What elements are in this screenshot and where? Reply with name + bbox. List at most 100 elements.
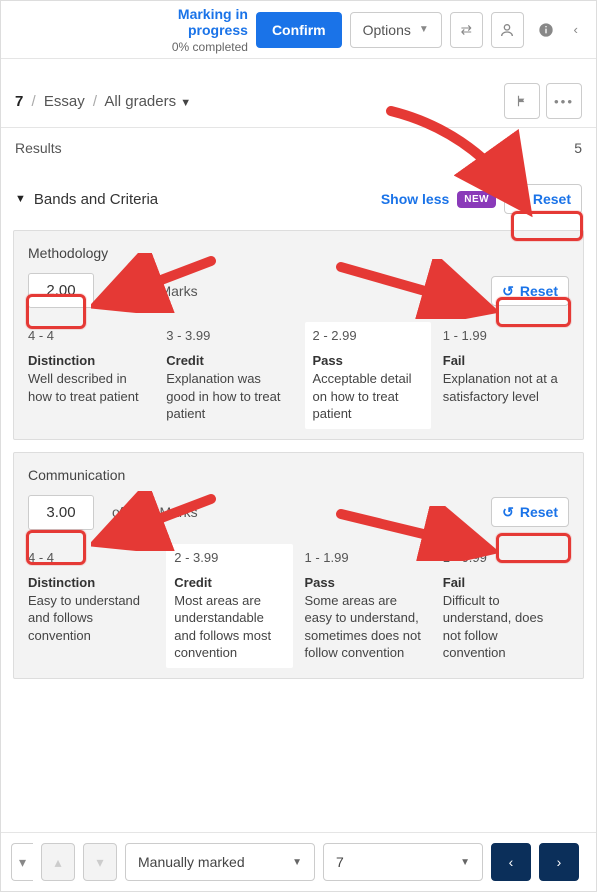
band-desc: Well described in how to treat patient <box>28 370 148 405</box>
band-desc: Explanation not at a satisfactory level <box>443 370 563 405</box>
band-desc: Explanation was good in how to treat pat… <box>166 370 286 423</box>
bands-header: ▼ Bands and Criteria Show less NEW ↺ Res… <box>1 168 596 224</box>
band-desc: Easy to understand and follows conventio… <box>28 592 148 645</box>
reset-all-button[interactable]: ↺ Reset <box>504 184 582 214</box>
reset-label: Reset <box>520 504 558 520</box>
band-range: 4 - 4 <box>28 550 148 565</box>
results-label: Results <box>15 140 62 156</box>
breadcrumb-graders: All graders <box>104 93 176 110</box>
chevron-right-icon: › <box>557 854 562 870</box>
top-toolbar: Marking in progress 0% completed Confirm… <box>1 1 596 59</box>
swap-button[interactable]: ⇄ <box>450 12 483 48</box>
criteria-input-row: of 0 - 4 Marks ↺ Reset <box>28 495 569 530</box>
mark-range-label: of 0 - 4 Marks <box>112 504 473 520</box>
criteria-card: Methodology of 0 - 4 Marks ↺ Reset 4 - 4 Dist… <box>13 230 584 440</box>
band-name: Pass <box>313 353 423 368</box>
criteria-title: Methodology <box>28 245 569 261</box>
chevron-left-icon: ‹ <box>509 854 514 870</box>
bottom-bar: ▾ ▴ ▾ Manually marked ▼ 7 ▼ ‹ › <box>1 832 596 891</box>
collapse-button[interactable]: ‹ <box>568 12 584 48</box>
swap-icon: ⇄ <box>461 22 472 38</box>
more-icon: ••• <box>554 94 574 109</box>
reset-criteria-button[interactable]: ↺ Reset <box>491 276 569 306</box>
band-range: 3 - 3.99 <box>166 328 286 343</box>
band-name: Fail <box>443 575 563 590</box>
mark-input[interactable] <box>28 495 94 530</box>
filter-select[interactable]: Manually marked ▼ <box>125 843 315 881</box>
options-dropdown[interactable]: Options ▼ <box>350 12 442 48</box>
status-title: Marking in progress <box>133 6 248 38</box>
band-name: Distinction <box>28 353 148 368</box>
criteria-card: Communication of 0 - 4 Marks ↺ Reset 4 - 4 Di… <box>13 452 584 679</box>
new-badge: NEW <box>457 191 496 208</box>
chevron-down-icon: ▼ <box>419 24 429 35</box>
flag-button[interactable] <box>504 83 540 119</box>
band-cell[interactable]: 1 - 0.99 Fail Difficult to understand, doe… <box>443 544 569 668</box>
band-cell[interactable]: 3 - 3.99 Credit Explanation was good in ho… <box>166 322 292 429</box>
up-button[interactable]: ▴ <box>41 843 75 881</box>
chevron-down-icon: ▼ <box>460 857 470 868</box>
criteria-input-row: of 0 - 4 Marks ↺ Reset <box>28 273 569 308</box>
band-name: Credit <box>166 353 286 368</box>
band-range: 1 - 1.99 <box>305 550 425 565</box>
band-name: Distinction <box>28 575 148 590</box>
band-desc: Acceptable detail on how to treat patien… <box>313 370 423 423</box>
breadcrumb-item-num: 7 <box>15 93 23 110</box>
mark-range-label: of 0 - 4 Marks <box>112 283 473 299</box>
info-icon <box>538 22 554 38</box>
prev-divider-button[interactable]: ▾ <box>11 843 33 881</box>
bands-grid: 4 - 4 Distinction Well described in how to… <box>28 322 569 429</box>
band-desc: Most areas are understandable and follow… <box>174 592 284 662</box>
user-button[interactable] <box>491 12 524 48</box>
band-range: 1 - 1.99 <box>443 328 563 343</box>
band-cell[interactable]: 4 - 4 Distinction Easy to understand and f… <box>28 544 154 668</box>
band-name: Fail <box>443 353 563 368</box>
criteria-title: Communication <box>28 467 569 483</box>
undo-icon: ↺ <box>502 505 514 519</box>
chevron-down-icon: ▼ <box>180 97 191 109</box>
flag-icon <box>515 94 529 108</box>
breadcrumb-type: Essay <box>44 93 85 110</box>
info-button[interactable] <box>532 12 560 48</box>
band-range: 2 - 3.99 <box>174 550 284 565</box>
undo-icon: ↺ <box>502 284 514 298</box>
mark-input[interactable] <box>28 273 94 308</box>
confirm-button[interactable]: Confirm <box>256 12 342 48</box>
band-desc: Some areas are easy to understand, somet… <box>305 592 425 662</box>
band-cell[interactable]: 4 - 4 Distinction Well described in how to… <box>28 322 154 429</box>
band-cell[interactable]: 1 - 1.99 Fail Explanation not at a satisfa… <box>443 322 569 429</box>
breadcrumb[interactable]: 7 / Essay / All graders ▼ <box>15 93 191 110</box>
band-cell[interactable]: 2 - 2.99 Pass Acceptable detail on how to … <box>305 322 431 429</box>
breadcrumb-row: 7 / Essay / All graders ▼ ••• <box>1 59 596 127</box>
band-name: Pass <box>305 575 425 590</box>
more-button[interactable]: ••• <box>546 83 582 119</box>
next-button[interactable]: › <box>539 843 579 881</box>
status-block: Marking in progress 0% completed <box>13 6 248 54</box>
reset-criteria-button[interactable]: ↺ Reset <box>491 497 569 527</box>
band-name: Credit <box>174 575 284 590</box>
page-num: 7 <box>336 854 344 870</box>
filter-label: Manually marked <box>138 854 245 870</box>
collapse-toggle-icon[interactable]: ▼ <box>15 193 26 205</box>
bands-grid: 4 - 4 Distinction Easy to understand and f… <box>28 544 569 668</box>
results-count: 5 <box>574 140 582 156</box>
band-range: 2 - 2.99 <box>313 328 423 343</box>
band-cell[interactable]: 2 - 3.99 Credit Most areas are understanda… <box>166 544 292 668</box>
prev-button[interactable]: ‹ <box>491 843 531 881</box>
bands-title: Bands and Criteria <box>34 191 158 208</box>
band-range: 1 - 0.99 <box>443 550 563 565</box>
user-icon <box>499 22 515 38</box>
reset-label: Reset <box>533 191 571 207</box>
reset-label: Reset <box>520 283 558 299</box>
undo-icon: ↺ <box>515 192 527 206</box>
down-button[interactable]: ▾ <box>83 843 117 881</box>
page-select[interactable]: 7 ▼ <box>323 843 483 881</box>
results-row: Results 5 <box>1 127 596 168</box>
band-desc: Difficult to understand, does not follow… <box>443 592 563 662</box>
status-subtitle: 0% completed <box>133 40 248 54</box>
show-less-link[interactable]: Show less <box>381 191 449 207</box>
chevron-left-icon: ‹ <box>574 22 578 37</box>
band-range: 4 - 4 <box>28 328 148 343</box>
band-cell[interactable]: 1 - 1.99 Pass Some areas are easy to under… <box>305 544 431 668</box>
chevron-down-icon: ▼ <box>292 857 302 868</box>
